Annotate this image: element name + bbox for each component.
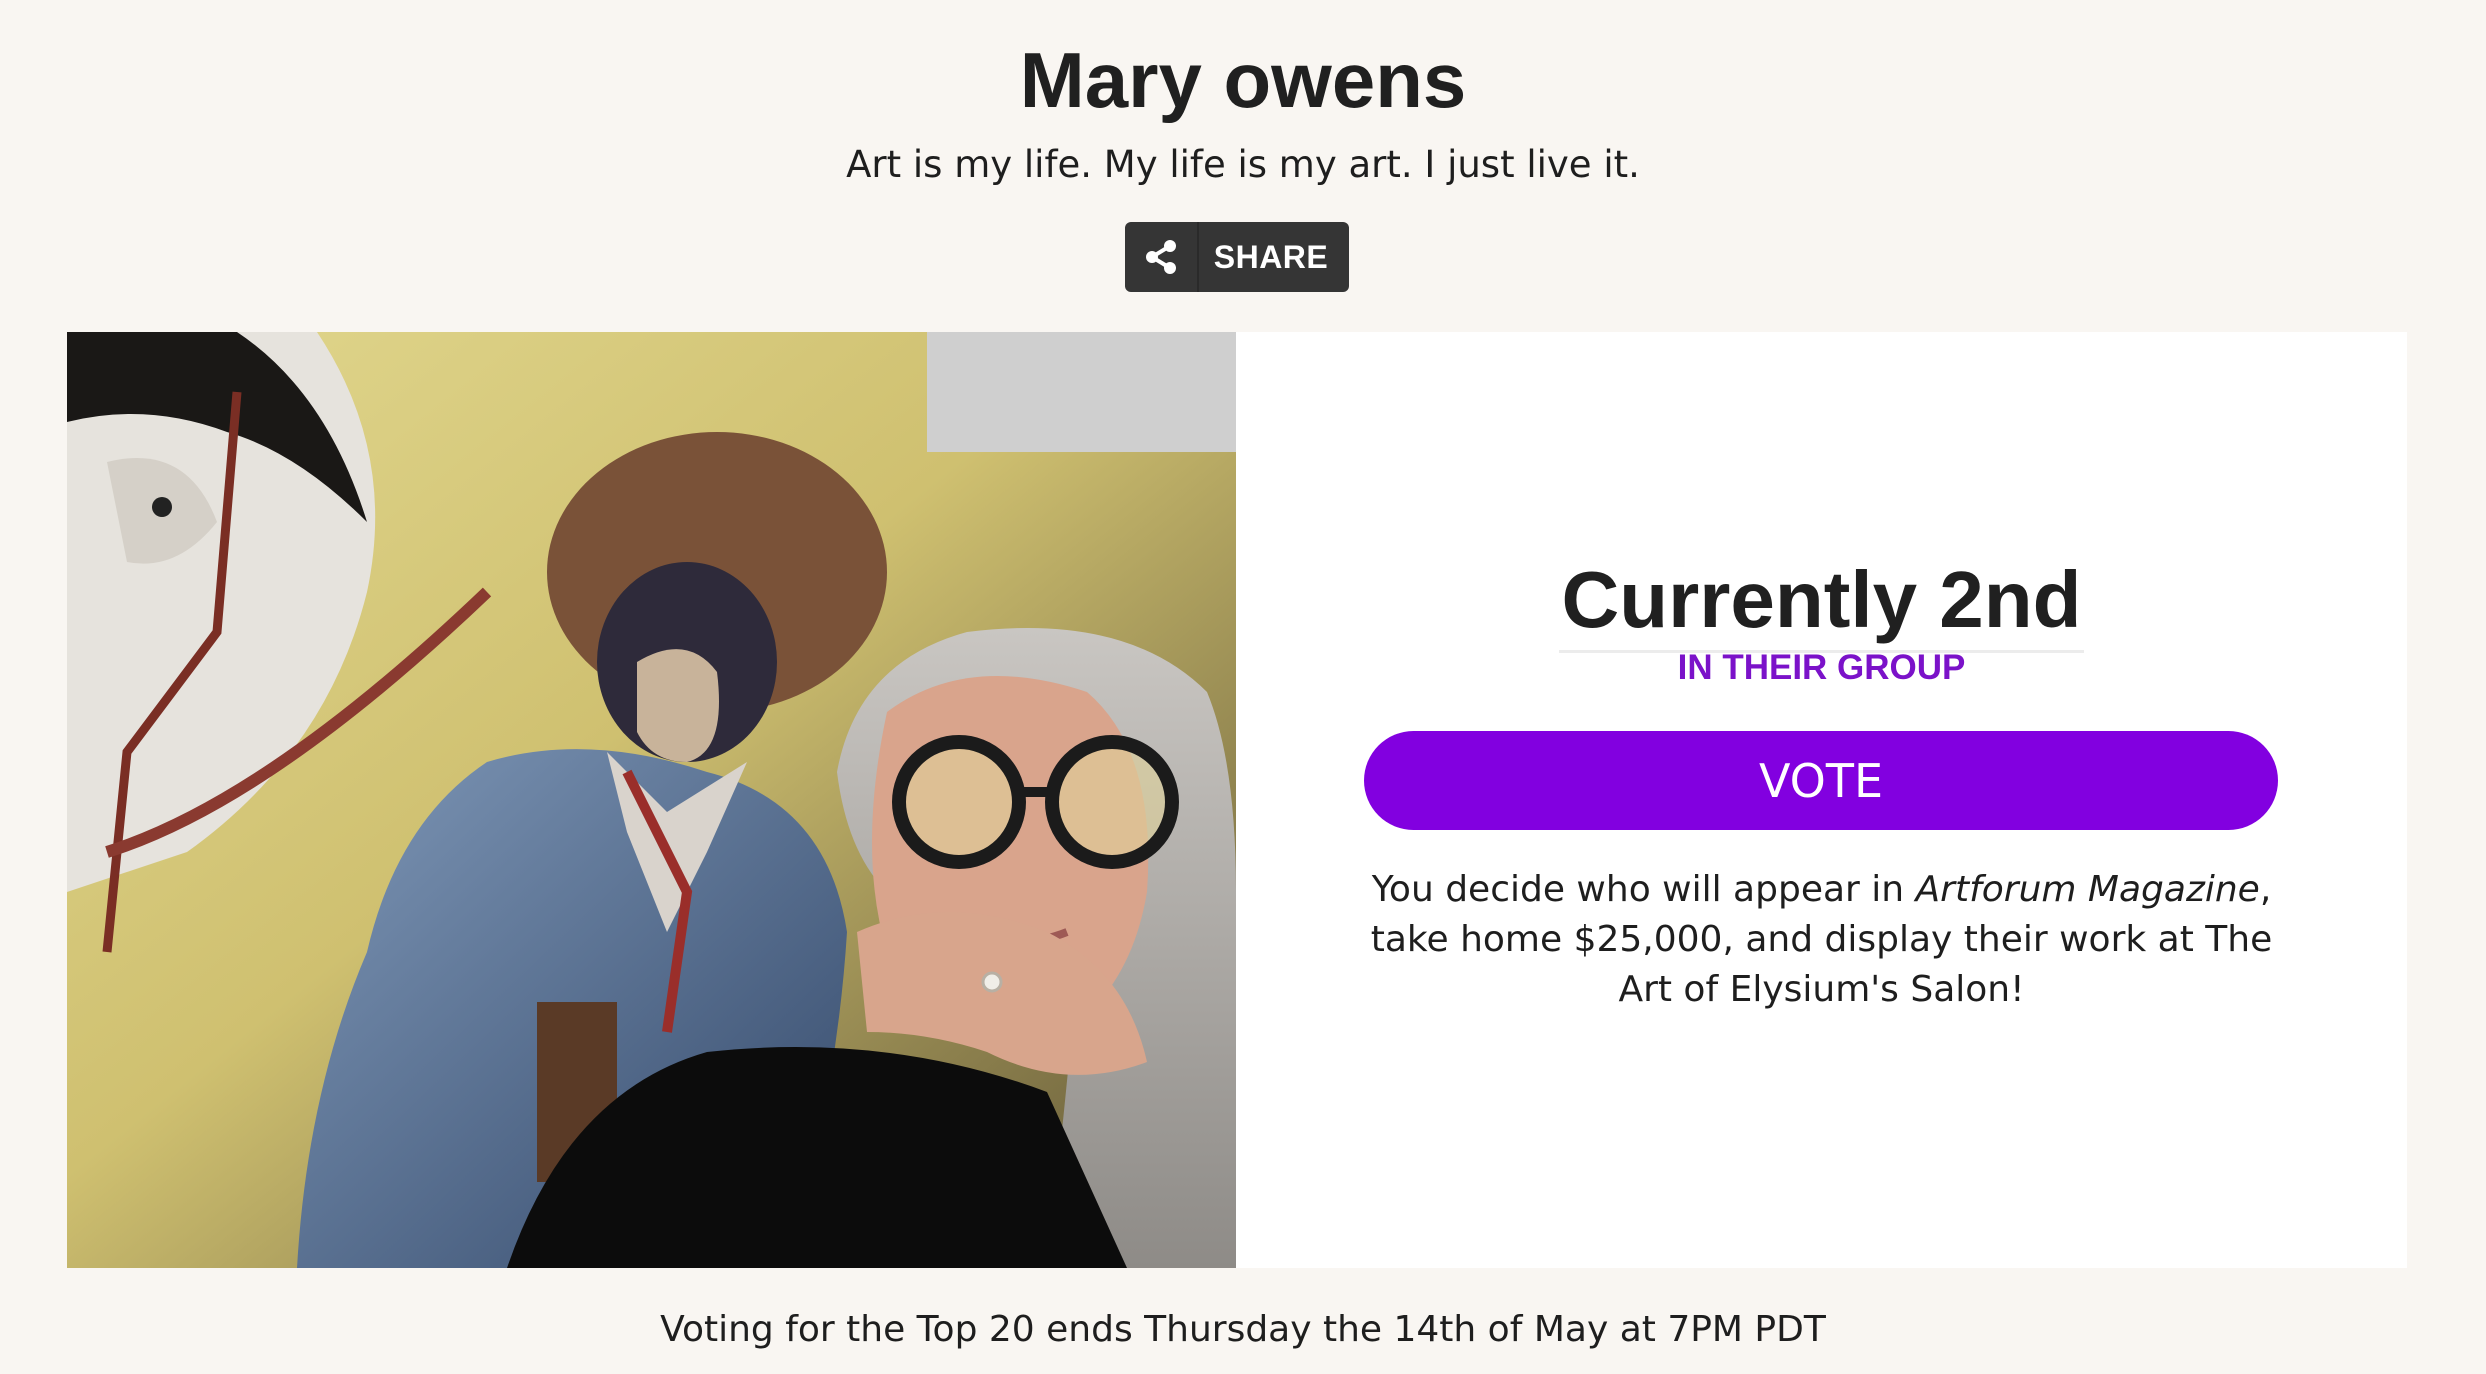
- contestant-tagline: Art is my life. My life is my art. I jus…: [846, 143, 1640, 186]
- contestant-page: Mary owens Art is my life. My life is my…: [0, 0, 2486, 1374]
- vote-panel: Currently 2nd IN THEIR GROUP VOTE You de…: [1236, 332, 2407, 1268]
- contestant-name: Mary owens: [1019, 36, 1467, 124]
- rank-subtitle: IN THEIR GROUP: [1677, 648, 1966, 687]
- vote-button[interactable]: VOTE: [1364, 731, 2278, 830]
- share-button-label: SHARE: [1213, 238, 1329, 275]
- contest-description: You decide who will appear in Artforum M…: [1346, 865, 2297, 1015]
- voting-deadline: Voting for the Top 20 ends Thursday the …: [660, 1309, 1826, 1350]
- share-icon: [1125, 222, 1199, 292]
- rank-block: Currently 2nd: [1236, 550, 2407, 653]
- profile-photo: [67, 332, 1236, 1268]
- profile-photo-illustration: [67, 332, 1236, 1268]
- magazine-name: Artforum Magazine: [1915, 869, 2260, 910]
- contestant-card: Currently 2nd IN THEIR GROUP VOTE You de…: [67, 332, 2407, 1268]
- share-button[interactable]: SHARE: [1125, 222, 1349, 292]
- description-text-start: You decide who will appear in: [1371, 869, 1916, 910]
- rank-title: Currently 2nd: [1559, 550, 2084, 653]
